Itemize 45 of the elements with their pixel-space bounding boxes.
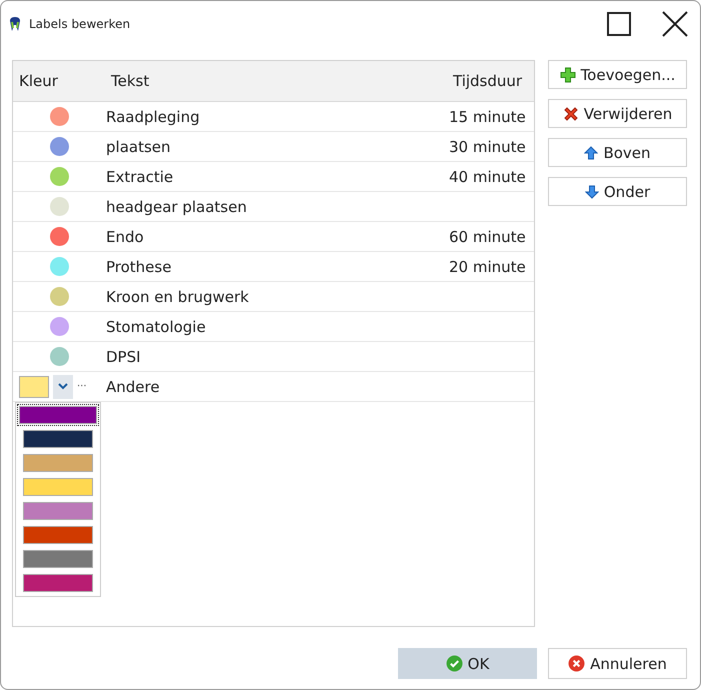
palette-color[interactable] — [23, 526, 93, 544]
palette-color[interactable] — [19, 406, 97, 424]
dropdown-button[interactable] — [53, 374, 73, 398]
label-text: Extractie — [105, 168, 174, 186]
label-text: Stomatologie — [105, 318, 207, 336]
duration-text: 20 minute — [448, 258, 527, 276]
column-header[interactable]: Tijdsduur — [447, 72, 534, 90]
plus-icon — [560, 66, 576, 82]
palette-color[interactable] — [23, 574, 93, 592]
palette-color[interactable] — [23, 430, 93, 448]
label-text: Kroon en brugwerk — [105, 288, 250, 306]
window-title: Labels bewerken — [29, 16, 132, 30]
check-icon — [446, 655, 463, 672]
column-header[interactable]: Kleur — [13, 72, 105, 90]
label-text: headgear plaatsen — [105, 198, 248, 216]
arrow-up-icon — [584, 146, 598, 160]
label-text: Prothese — [105, 258, 172, 276]
arrow-down-icon — [584, 184, 599, 198]
ok-button[interactable]: OK — [398, 648, 537, 679]
up-button[interactable]: Boven — [548, 138, 687, 167]
duration-text: 30 minute — [448, 138, 527, 156]
duration-text: 15 minute — [448, 108, 527, 126]
cross-icon — [562, 106, 579, 122]
cancel-icon — [568, 655, 586, 672]
label-text: DPSI — [105, 348, 142, 366]
label-text: Andere — [105, 378, 161, 396]
app-logo-icon — [9, 16, 21, 32]
close-button[interactable] — [660, 8, 690, 38]
ellipsis-button[interactable]: ··· — [77, 381, 87, 392]
palette-color[interactable] — [23, 550, 93, 568]
caret-icon — [58, 383, 68, 390]
duration-text: 60 minute — [448, 228, 527, 246]
palette-color[interactable] — [23, 478, 93, 496]
label-text: Raadpleging — [105, 108, 201, 126]
add-button[interactable]: Toevoegen... — [548, 60, 687, 89]
color-swatch[interactable] — [19, 376, 49, 398]
cancel-button[interactable]: Annuleren — [548, 648, 687, 679]
palette-color[interactable] — [23, 502, 93, 520]
palette-color[interactable] — [23, 454, 93, 472]
duration-text: 40 minute — [448, 168, 527, 186]
down-button[interactable]: Onder — [548, 177, 687, 206]
label-text: plaatsen — [105, 138, 172, 156]
column-header[interactable]: Tekst — [105, 72, 447, 90]
label-text: Endo — [105, 228, 145, 246]
delete-button[interactable]: Verwijderen — [548, 99, 687, 128]
